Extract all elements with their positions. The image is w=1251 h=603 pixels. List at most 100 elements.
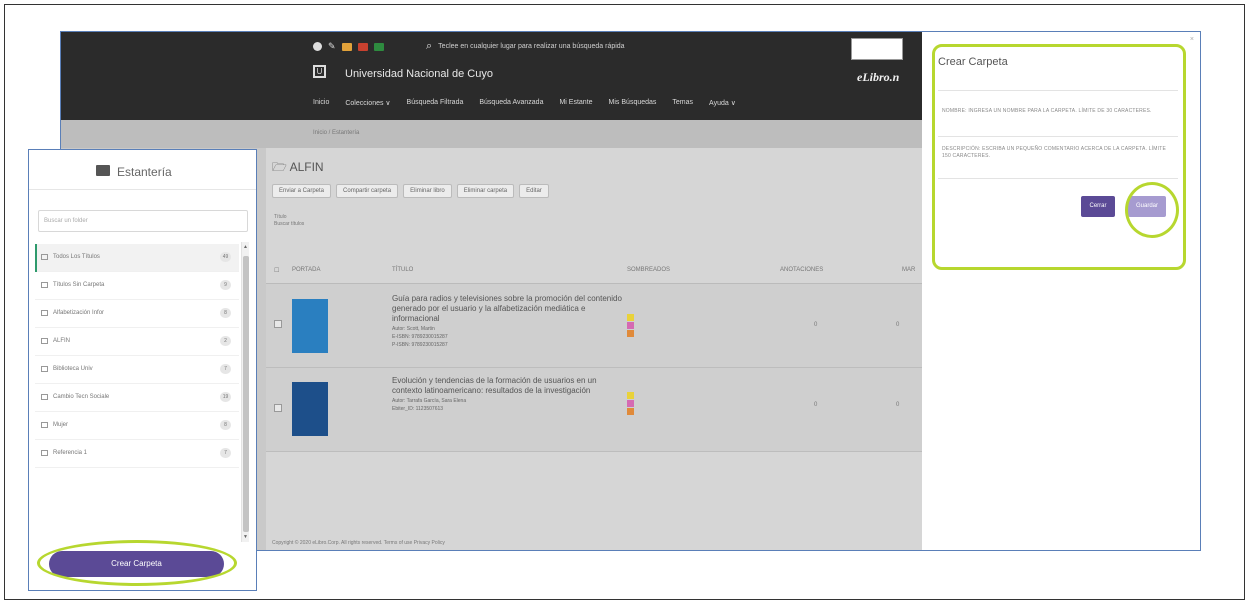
nav-busqueda-avanzada[interactable]: Búsqueda Avanzada [479,99,543,107]
nav-mi-estante[interactable]: Mi Estante [559,99,592,107]
book-info: Evolución y tendencias de la formación d… [392,376,622,412]
folder-item-alfabetizacion[interactable]: Alfabetización Infor 8 [35,300,239,328]
link-icon[interactable]: ✎ [328,41,336,52]
folder-count-badge: 2 [220,336,231,346]
shelf-icon [96,165,110,176]
folder-item-alfin[interactable]: ALFIN 2 [35,328,239,356]
delete-folder-button[interactable]: Eliminar carpeta [456,184,515,198]
marks-count: 0 [896,402,900,408]
quick-search[interactable]: ⌕ Teclee en cualquier lugar para realiza… [426,40,625,53]
book-title[interactable]: Evolución y tendencias de la formación d… [392,376,622,396]
nav-temas[interactable]: Temas [672,99,693,107]
folder-icon [41,282,48,288]
folder-item-label: Títulos Sin Carpeta [53,282,105,288]
folder-description-field[interactable]: DESCRIPCIÓN: ESCRIBA UN PEQUEÑO COMENTAR… [942,146,1172,160]
share-folder-button[interactable]: Compartir carpeta [336,184,399,198]
nav-colecciones[interactable]: Colecciones ∨ [345,99,390,107]
title-filter[interactable]: Título Buscar títulos [274,214,304,228]
folder-item-label: Alfabetización Infor [53,310,105,316]
login-box[interactable] [851,38,903,60]
folder-icon [41,422,48,428]
folder-icon [41,310,48,316]
annotations-count: 0 [814,322,818,328]
folder-item-label: Todos Los Títulos [53,254,100,260]
book-isbn: P-ISBN: 9789230015287 [392,342,448,348]
folder-item-label: Cambio Tecn Sociale [53,394,110,400]
highlight-swatch [627,330,634,337]
marks-count: 0 [896,322,900,328]
scroll-down-icon[interactable]: ▼ [243,534,248,540]
table-row[interactable]: Evolución y tendencias de la formación d… [266,368,922,452]
folder-item-label: ALFIN [53,338,71,344]
select-all-checkbox[interactable]: ☐ [274,267,279,274]
table-row[interactable]: Guía para radios y televisiones sobre la… [266,284,922,368]
highlight-tags [627,314,634,337]
send-to-folder-button[interactable]: Enviar a Carpeta [272,184,332,198]
highlight-swatch [627,392,634,399]
folder-item-label: Biblioteca Univ [53,366,93,372]
folder-item-cambio-tecn[interactable]: Cambio Tecn Sociale 19 [35,384,239,412]
nav-mis-busquedas[interactable]: Mis Búsquedas [609,99,657,107]
folder-icon [41,338,48,344]
panel-title: Estantería [117,165,172,179]
col-anotaciones: ANOTACIONES [780,267,824,273]
book-author: Autor: Tarrafa García, Sara Elena [392,398,467,404]
highlight-swatch [627,400,634,407]
annotations-count: 0 [814,402,818,408]
folder-count-badge: 8 [220,420,231,430]
book-isbn: E-ISBN: 9789230015287 [392,334,448,340]
divider [938,136,1178,137]
scroll-up-icon[interactable]: ▲ [243,244,248,250]
folder-list-scrollbar[interactable]: ▲ ▼ [241,242,249,542]
book-cover[interactable] [292,382,328,436]
folder-icon [41,394,48,400]
cerrar-button[interactable]: Cerrar [1081,196,1115,217]
flag-icon[interactable] [373,42,384,51]
nav-ayuda[interactable]: Ayuda ∨ [709,99,736,107]
book-title[interactable]: Guía para radios y televisiones sobre la… [392,294,622,324]
flag-icon[interactable] [341,42,352,51]
nav-busqueda-filtrada[interactable]: Búsqueda Filtrada [407,99,464,107]
folder-title: 🗁 ALFIN [272,160,324,174]
main-nav: Inicio Colecciones ∨ Búsqueda Filtrada B… [313,99,736,107]
col-titulo: TÍTULO [392,267,414,273]
breadcrumb-text[interactable]: Inicio / Estantería [313,130,359,136]
divider [938,178,1178,179]
delete-book-button[interactable]: Eliminar libro [403,184,452,198]
folder-item-biblioteca[interactable]: Biblioteca Univ 7 [35,356,239,384]
folder-icon [41,366,48,372]
folder-item-todos[interactable]: Todos Los Títulos 49 [35,244,239,272]
book-info: Guía para radios y televisiones sobre la… [392,294,622,348]
folder-count-badge: 8 [220,308,231,318]
folder-name-field[interactable]: NOMBRE: INGRESA UN NOMBRE PARA LA CARPET… [942,108,1172,115]
modal-title: Crear Carpeta [938,56,1008,68]
row-checkbox[interactable] [274,404,282,412]
nav-inicio[interactable]: Inicio [313,99,329,107]
close-icon[interactable]: × [1190,36,1194,43]
globe-icon[interactable] [313,42,322,51]
divider [938,90,1178,91]
quick-search-placeholder: Teclee en cualquier lugar para realizar … [438,43,625,50]
highlight-swatch [627,408,634,415]
col-portada: PORTADA [292,267,321,273]
row-checkbox[interactable] [274,320,282,328]
book-author: Autor: Scott, Martin [392,326,435,332]
folder-icon [41,254,48,260]
folder-icon [41,450,48,456]
col-sombreados: SOMBREADOS [627,267,671,273]
highlight-swatch [627,314,634,321]
col-mar: MAR [902,267,916,273]
folder-title-text: ALFIN [289,160,324,174]
scrollbar-thumb[interactable] [243,256,249,532]
flag-icon[interactable] [357,42,368,51]
folder-item-mujer[interactable]: Mujer 8 [35,412,239,440]
title-filter-label: Título [274,214,287,220]
edit-button[interactable]: Editar [519,184,549,198]
folder-search-input[interactable]: Buscar un folder [38,210,248,232]
book-cover[interactable] [292,299,328,353]
brand-logo: eLibro.n [857,70,900,84]
folder-item-sin-carpeta[interactable]: Títulos Sin Carpeta 9 [35,272,239,300]
highlight-swatch [627,322,634,329]
folder-item-referencia[interactable]: Referencia 1 7 [35,440,239,468]
folder-count-badge: 49 [220,252,231,262]
